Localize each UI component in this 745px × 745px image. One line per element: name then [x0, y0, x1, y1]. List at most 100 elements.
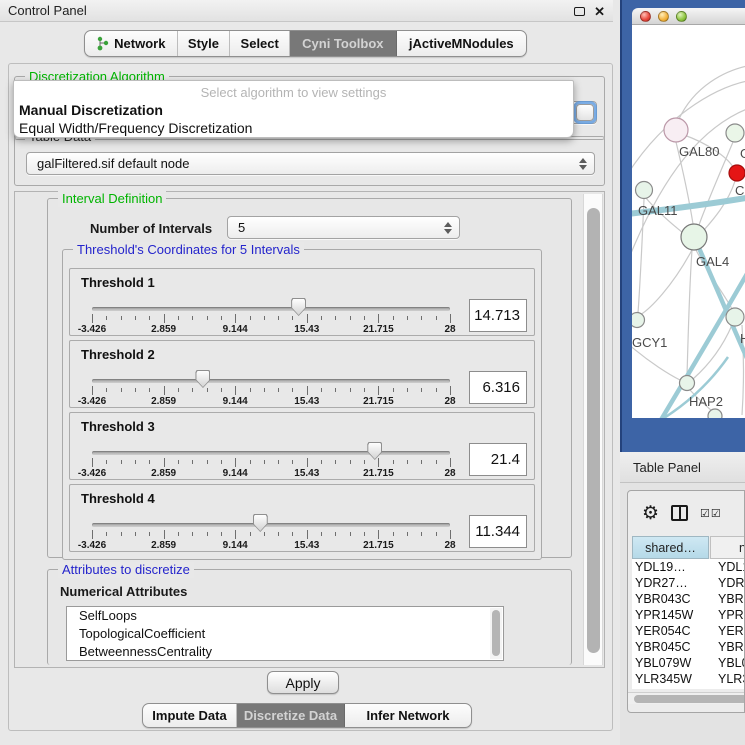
- tab-cyni-toolbox-label: Cyni Toolbox: [302, 36, 383, 51]
- minimize-window-icon[interactable]: [658, 11, 669, 22]
- tab-discretize-data-label: Discretize Data: [244, 708, 337, 723]
- table-row[interactable]: YBR043CYBR0: [632, 591, 745, 607]
- number-of-intervals-select[interactable]: 5: [227, 216, 460, 239]
- attribute-list-item[interactable]: SelfLoops: [67, 607, 503, 625]
- threshold-value-field[interactable]: 11.344: [469, 515, 527, 548]
- name-cell[interactable]: YBR0: [709, 591, 745, 607]
- tab-style[interactable]: Style: [178, 31, 231, 56]
- name-cell[interactable]: YLR3: [709, 671, 745, 687]
- shared-name-cell[interactable]: YDR27…: [632, 575, 709, 591]
- threshold-slider-track[interactable]: [92, 379, 450, 383]
- zoom-window-icon[interactable]: [676, 11, 687, 22]
- shared-name-cell[interactable]: YER054C: [632, 623, 709, 639]
- table-data-select[interactable]: galFiltered.sif default node: [26, 152, 595, 175]
- shared-name-cell[interactable]: YLR345W: [632, 671, 709, 687]
- interval-definition-group: Interval Definition Number of Intervals …: [47, 198, 572, 558]
- close-panel-icon[interactable]: ✕: [594, 5, 605, 18]
- thresholds-group: Threshold's Coordinates for 5 Intervals …: [62, 249, 542, 560]
- name-cell[interactable]: YDL1: [709, 559, 745, 575]
- network-node-gal11[interactable]: [636, 182, 653, 199]
- tab-network[interactable]: Network: [85, 31, 178, 56]
- shared-name-cell[interactable]: YBR045C: [632, 639, 709, 655]
- network-canvas[interactable]: GAL80GCGAL11GAL4GCY1HHAP2: [632, 25, 745, 418]
- table-horizontal-scrollbar[interactable]: [628, 692, 745, 704]
- attributes-list-scrollbar[interactable]: [490, 608, 502, 659]
- network-node-gal4[interactable]: [681, 224, 707, 250]
- algorithm-select-arrow-button[interactable]: [576, 104, 594, 121]
- name-cell[interactable]: YPR1: [709, 607, 745, 623]
- tab-select-label: Select: [241, 36, 279, 51]
- table-body[interactable]: YDL19…YDL1YDR27…YDR2YBR043CYBR0YPR145WYP…: [632, 559, 745, 689]
- shared-name-cell[interactable]: YIL052C: [632, 687, 709, 689]
- shared-name-cell[interactable]: YBL079W: [632, 655, 709, 671]
- table-row[interactable]: YDR27…YDR2: [632, 575, 745, 591]
- number-of-intervals-label: Number of Intervals: [90, 221, 212, 236]
- network-window: GAL80GCGAL11GAL4GCY1HHAP2: [632, 8, 745, 418]
- numerical-attributes-list: SelfLoopsTopologicalCoefficientBetweenne…: [66, 606, 504, 661]
- table-row[interactable]: YLR345WYLR3: [632, 671, 745, 687]
- attribute-list-item[interactable]: TopologicalCoefficient: [67, 625, 503, 643]
- tab-jactivemnodules[interactable]: jActiveMNodules: [397, 31, 526, 56]
- column-header-shared-name[interactable]: shared…: [632, 536, 709, 559]
- table-row[interactable]: YDL19…YDL1: [632, 559, 745, 575]
- tab-cyni-toolbox[interactable]: Cyni Toolbox: [290, 31, 397, 56]
- threshold-value-field[interactable]: 21.4: [469, 443, 527, 476]
- threshold-row: Threshold 3 -3.4262.8599.14415.4321.7152…: [69, 412, 535, 480]
- select-columns-icon[interactable]: ☑☑: [700, 507, 722, 520]
- settings-gear-icon[interactable]: ⚙: [642, 504, 659, 523]
- column-header-name[interactable]: n: [710, 536, 745, 559]
- tab-infer-network[interactable]: Infer Network: [345, 704, 471, 727]
- table-row[interactable]: YPR145WYPR1: [632, 607, 745, 623]
- threshold-row: Threshold 2 -3.4262.8599.14415.4321.7152…: [69, 340, 535, 408]
- apply-button[interactable]: Apply: [267, 671, 339, 694]
- close-window-icon[interactable]: [640, 11, 651, 22]
- threshold-slider-track[interactable]: [92, 451, 450, 455]
- table-header-row: shared… n: [632, 536, 745, 559]
- algorithm-option-manual[interactable]: Manual Discretization: [19, 102, 163, 118]
- tab-impute-data[interactable]: Impute Data: [143, 704, 237, 727]
- shared-name-cell[interactable]: YPR145W: [632, 607, 709, 623]
- threshold-slider-track[interactable]: [92, 523, 450, 527]
- slider-tick-labels: -3.4262.8599.14415.4321.71528: [92, 396, 450, 408]
- network-node-label: HAP2: [689, 394, 723, 409]
- network-node-hap2[interactable]: [680, 376, 695, 391]
- tab-select[interactable]: Select: [230, 31, 290, 56]
- slider-ticks: [92, 314, 450, 324]
- algorithm-dropdown-popup: Select algorithm to view settings Manual…: [13, 80, 574, 138]
- attributes-list-items: SelfLoopsTopologicalCoefficientBetweenne…: [67, 607, 503, 661]
- network-node[interactable]: [708, 409, 722, 418]
- table-row[interactable]: YIL052CYIL0: [632, 687, 745, 689]
- shared-name-cell[interactable]: YBR043C: [632, 591, 709, 607]
- name-cell[interactable]: YBR0: [709, 639, 745, 655]
- network-node-label: GAL11: [638, 203, 678, 218]
- table-row[interactable]: YBL079WYBL0: [632, 655, 745, 671]
- threshold-slider-track[interactable]: [92, 307, 450, 311]
- network-node-gcy1[interactable]: [632, 313, 645, 328]
- column-split-icon[interactable]: [671, 505, 688, 521]
- table-row[interactable]: YER054CYER0: [632, 623, 745, 639]
- network-node-c[interactable]: [729, 165, 745, 181]
- threshold-value-field[interactable]: 14.713: [469, 299, 527, 332]
- tab-discretize-data[interactable]: Discretize Data: [237, 704, 345, 727]
- name-cell[interactable]: YBL0: [709, 655, 745, 671]
- name-cell[interactable]: YDR2: [709, 575, 745, 591]
- network-node-gal80[interactable]: [664, 118, 688, 142]
- threshold-value-field[interactable]: 6.316: [469, 371, 527, 404]
- float-panel-icon[interactable]: [574, 7, 585, 16]
- name-cell[interactable]: YIL0: [709, 687, 745, 689]
- threshold-row: Threshold 1 -3.4262.8599.14415.4321.7152…: [69, 268, 535, 336]
- table-panel-title: Table Panel: [633, 460, 701, 475]
- network-node-h[interactable]: [726, 308, 744, 326]
- settings-vertical-scrollbar[interactable]: [583, 194, 603, 665]
- table-row[interactable]: YBR045CYBR0: [632, 639, 745, 655]
- algorithm-option-equal-width[interactable]: Equal Width/Frequency Discretization: [19, 120, 252, 136]
- attribute-list-item[interactable]: BetweennessCentrality: [67, 643, 503, 661]
- shared-name-cell[interactable]: YDL19…: [632, 559, 709, 575]
- network-window-titlebar: [632, 8, 745, 25]
- name-cell[interactable]: YER0: [709, 623, 745, 639]
- scrollbar-thumb[interactable]: [634, 695, 745, 703]
- control-panel-tab-bar: Network Style Select Cyni Toolbox jActiv…: [84, 30, 527, 57]
- scrollbar-thumb[interactable]: [587, 208, 600, 653]
- network-node-g[interactable]: [726, 124, 744, 142]
- tab-style-label: Style: [188, 36, 219, 51]
